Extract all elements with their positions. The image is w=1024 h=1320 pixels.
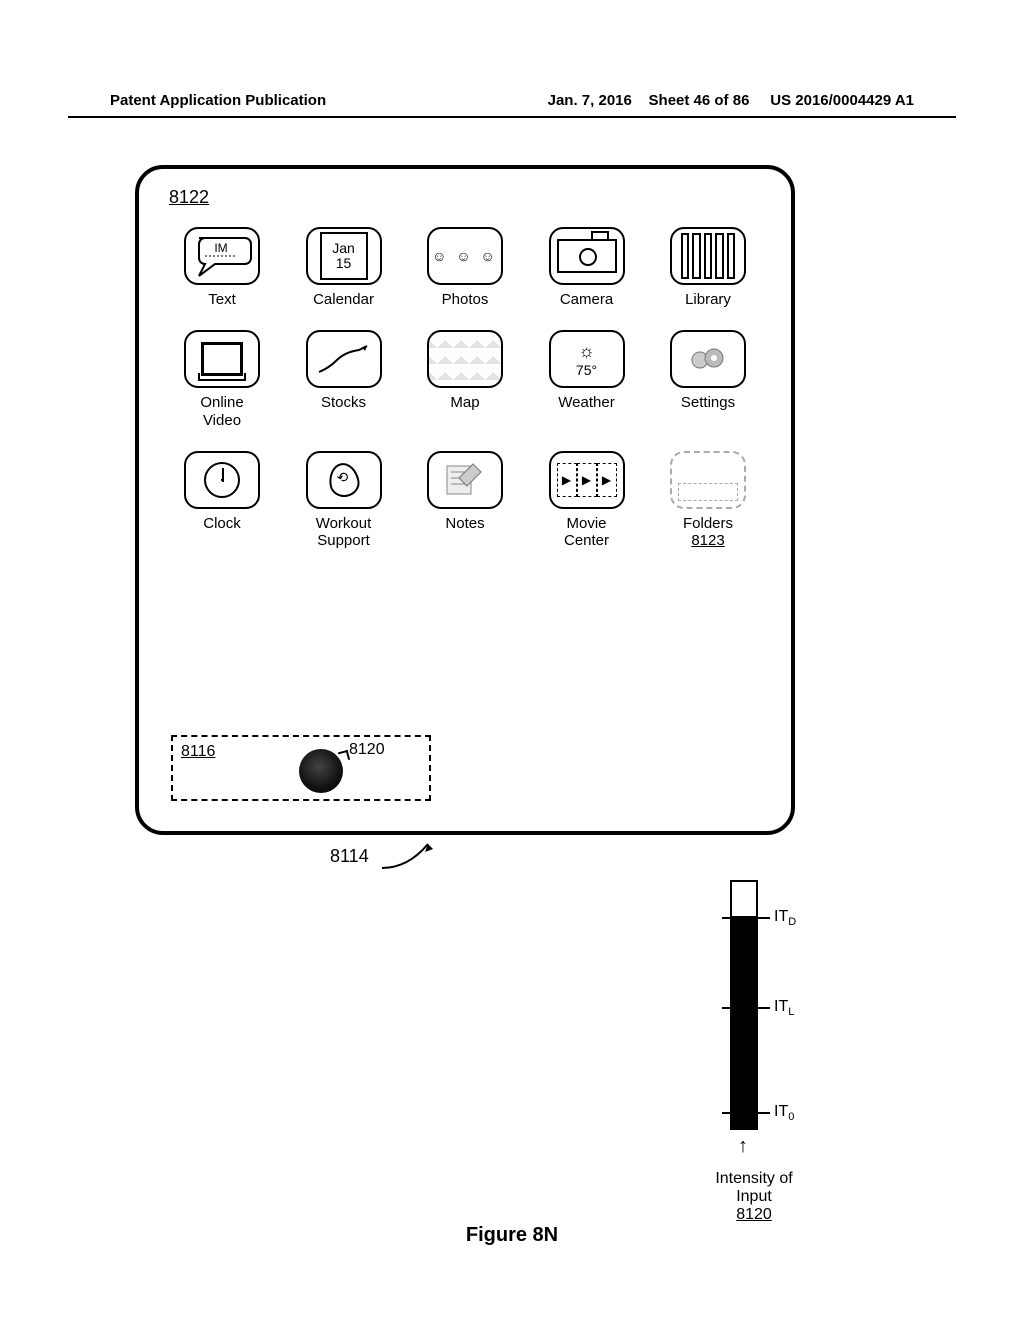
app-label: Folders	[683, 515, 733, 532]
meter-caption-l1: Intensity of	[694, 1170, 814, 1188]
speech-bubble-icon: IM	[184, 227, 260, 285]
app-grid: IM Text Jan 15 Calendar ☺ ☺ ☺ Photos	[171, 227, 759, 549]
app-label: Settings	[681, 394, 735, 411]
app-movie[interactable]: ▶▶▶ Movie Center	[536, 451, 638, 550]
stocks-icon	[306, 330, 382, 388]
dock-ref: 8116	[181, 743, 215, 761]
app-stocks[interactable]: Stocks	[293, 330, 395, 429]
app-row: IM Text Jan 15 Calendar ☺ ☺ ☺ Photos	[171, 227, 759, 308]
meter-fill	[732, 916, 756, 1128]
meter-arrow-icon: ↑	[738, 1135, 748, 1158]
cal-month: Jan	[332, 241, 355, 256]
app-row: Clock Workout Support Notes ▶▶▶ Movie Ce…	[171, 451, 759, 550]
workout-icon	[306, 451, 382, 509]
device-leader-arrow	[380, 838, 436, 872]
app-label: Online Video	[200, 394, 243, 429]
tick-itl	[722, 1007, 770, 1009]
tick-itd	[722, 917, 770, 919]
app-label: Weather	[558, 394, 614, 411]
meter-caption-ref: 8120	[694, 1206, 814, 1224]
folders-ref: 8123	[683, 532, 733, 549]
folder-icon	[670, 451, 746, 509]
label-itl: ITL	[774, 998, 794, 1018]
app-label: Library	[685, 291, 731, 308]
calendar-icon: Jan 15	[306, 227, 382, 285]
header-rule	[68, 116, 956, 118]
app-label: Text	[208, 291, 236, 308]
app-calendar[interactable]: Jan 15 Calendar	[293, 227, 395, 308]
app-label: Calendar	[313, 291, 374, 308]
app-camera[interactable]: Camera	[536, 227, 638, 308]
device-ref: 8114	[330, 846, 369, 867]
touch-ref: 8120	[349, 741, 385, 759]
pub-number: US 2016/0004429 A1	[770, 92, 914, 109]
pub-date: Jan. 7, 2016	[548, 92, 632, 109]
app-label: Photos	[442, 291, 489, 308]
pub-type: Patent Application Publication	[110, 92, 326, 109]
figure-caption: Figure 8N	[0, 1224, 1024, 1247]
tv-icon	[184, 330, 260, 388]
device-frame: 8122 IM Text Jan 15 Calendar ☺ ☺ ☺	[135, 165, 795, 835]
app-label: Stocks	[321, 394, 366, 411]
app-settings[interactable]: Settings	[657, 330, 759, 429]
app-label: Notes	[445, 515, 484, 532]
app-notes[interactable]: Notes	[414, 451, 516, 550]
app-workout[interactable]: Workout Support	[293, 451, 395, 550]
label-it0: IT0	[774, 1103, 794, 1123]
app-label: Clock	[203, 515, 241, 532]
sheet-no: Sheet 46 of 86	[649, 92, 750, 109]
screen-ref: 8122	[169, 187, 209, 208]
app-weather[interactable]: ☼75° Weather	[536, 330, 638, 429]
movie-icon: ▶▶▶	[549, 451, 625, 509]
app-map[interactable]: Map	[414, 330, 516, 429]
app-library[interactable]: Library	[657, 227, 759, 308]
intensity-meter: ITD ITL IT0 ↑ Intensity of Input 8120	[670, 880, 900, 1130]
sun-icon: ☼	[578, 341, 595, 362]
label-itd: ITD	[774, 908, 796, 928]
tick-it0	[722, 1112, 770, 1114]
meter-bar	[730, 880, 758, 1130]
app-label: Camera	[560, 291, 613, 308]
app-folders[interactable]: Folders 8123	[657, 451, 759, 550]
notes-icon	[427, 451, 503, 509]
clock-icon	[184, 451, 260, 509]
map-icon	[427, 330, 503, 388]
weather-icon: ☼75°	[549, 330, 625, 388]
camera-icon	[549, 227, 625, 285]
gear-icon	[670, 330, 746, 388]
touch-contact-icon	[299, 749, 343, 793]
page-header: Patent Application Publication Jan. 7, 2…	[0, 92, 1024, 109]
temp: 75°	[576, 362, 597, 378]
app-online-video[interactable]: Online Video	[171, 330, 273, 429]
im-text: IM	[214, 241, 227, 255]
app-clock[interactable]: Clock	[171, 451, 273, 550]
app-photos[interactable]: ☺ ☺ ☺ Photos	[414, 227, 516, 308]
cal-day: 15	[336, 256, 352, 271]
app-text[interactable]: IM Text	[171, 227, 273, 308]
app-row: Online Video Stocks Map ☼75° Weather	[171, 330, 759, 429]
smiley-icon: ☺ ☺ ☺	[427, 227, 503, 285]
header-right: Jan. 7, 2016 Sheet 46 of 86 US 2016/0004…	[548, 92, 914, 109]
app-label: Movie Center	[564, 515, 609, 550]
app-label: Workout Support	[316, 515, 372, 550]
meter-caption: Intensity of Input 8120	[694, 1170, 814, 1224]
app-label: Map	[450, 394, 479, 411]
dock-region: 8116 8120	[171, 735, 431, 801]
library-icon	[670, 227, 746, 285]
meter-caption-l2: Input	[694, 1188, 814, 1206]
